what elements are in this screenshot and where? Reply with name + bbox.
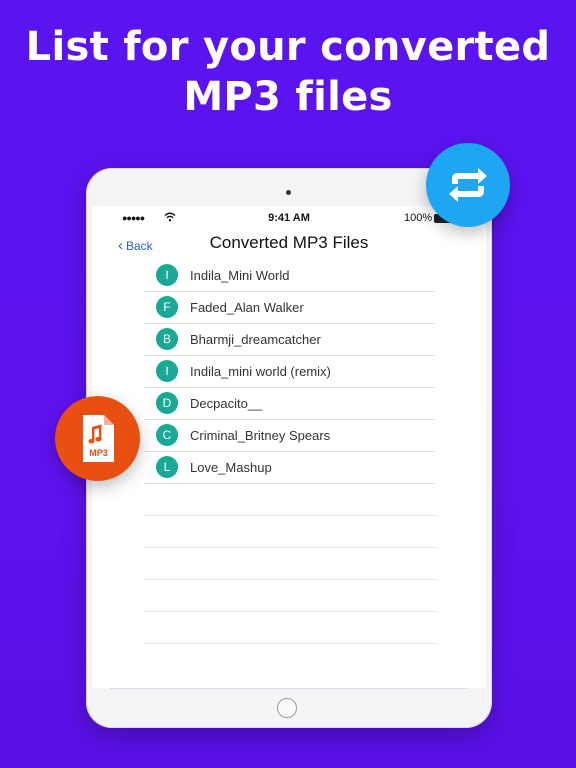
page-title: Converted MP3 Files bbox=[209, 233, 369, 252]
headline-line-1: List for your converted bbox=[25, 24, 551, 70]
file-name: Indila_mini world (remix) bbox=[190, 364, 331, 379]
list-item[interactable]: I Indila_mini world (remix) bbox=[144, 356, 436, 388]
initial-badge: F bbox=[156, 296, 178, 318]
convert-button[interactable] bbox=[426, 143, 510, 227]
list-item[interactable]: D Decpacito__ bbox=[144, 388, 436, 420]
file-name: Decpacito__ bbox=[190, 396, 263, 411]
initial-badge: I bbox=[156, 264, 178, 286]
app-screen: ●●●●● 9:41 AM 100% ‹ Back Converted MP3 F… bbox=[92, 206, 486, 689]
empty-row bbox=[144, 516, 436, 548]
empty-row bbox=[144, 612, 436, 644]
tablet-frame: ●●●●● 9:41 AM 100% ‹ Back Converted MP3 F… bbox=[86, 168, 492, 728]
list-item[interactable]: I Indila_Mini World bbox=[144, 260, 436, 292]
empty-row bbox=[144, 580, 436, 612]
list-item[interactable]: C Criminal_Britney Spears bbox=[144, 420, 436, 452]
list-item[interactable]: F Faded_Alan Walker bbox=[144, 292, 436, 324]
initial-badge: C bbox=[156, 424, 178, 446]
mp3-file-button[interactable]: MP3 bbox=[55, 396, 140, 481]
headline-line-2: MP3 files bbox=[183, 74, 393, 120]
promo-headline: List for your converted MP3 files bbox=[0, 22, 576, 122]
list-item[interactable]: L Love_Mashup bbox=[144, 452, 436, 484]
divider bbox=[110, 688, 468, 689]
navigation-bar: ‹ Back Converted MP3 Files bbox=[92, 232, 486, 258]
empty-row bbox=[144, 484, 436, 516]
file-name: Indila_Mini World bbox=[190, 268, 290, 283]
initial-badge: I bbox=[156, 360, 178, 382]
mp3-icon-label: MP3 bbox=[89, 448, 108, 458]
file-name: Bharmji_dreamcatcher bbox=[190, 332, 321, 347]
file-name: Criminal_Britney Spears bbox=[190, 428, 331, 443]
file-name: Love_Mashup bbox=[190, 460, 272, 475]
file-name: Faded_Alan Walker bbox=[190, 300, 304, 315]
empty-row bbox=[144, 548, 436, 580]
initial-badge: L bbox=[156, 456, 178, 478]
home-button[interactable] bbox=[277, 698, 297, 718]
list-item[interactable]: B Bharmji_dreamcatcher bbox=[144, 324, 436, 356]
initial-badge: B bbox=[156, 328, 178, 350]
repeat-arrows-icon bbox=[449, 168, 487, 202]
camera-dot bbox=[286, 190, 291, 195]
file-list: I Indila_Mini World F Faded_Alan Walker … bbox=[144, 260, 436, 644]
initial-badge: D bbox=[156, 392, 178, 414]
mp3-file-icon: MP3 bbox=[83, 415, 114, 462]
